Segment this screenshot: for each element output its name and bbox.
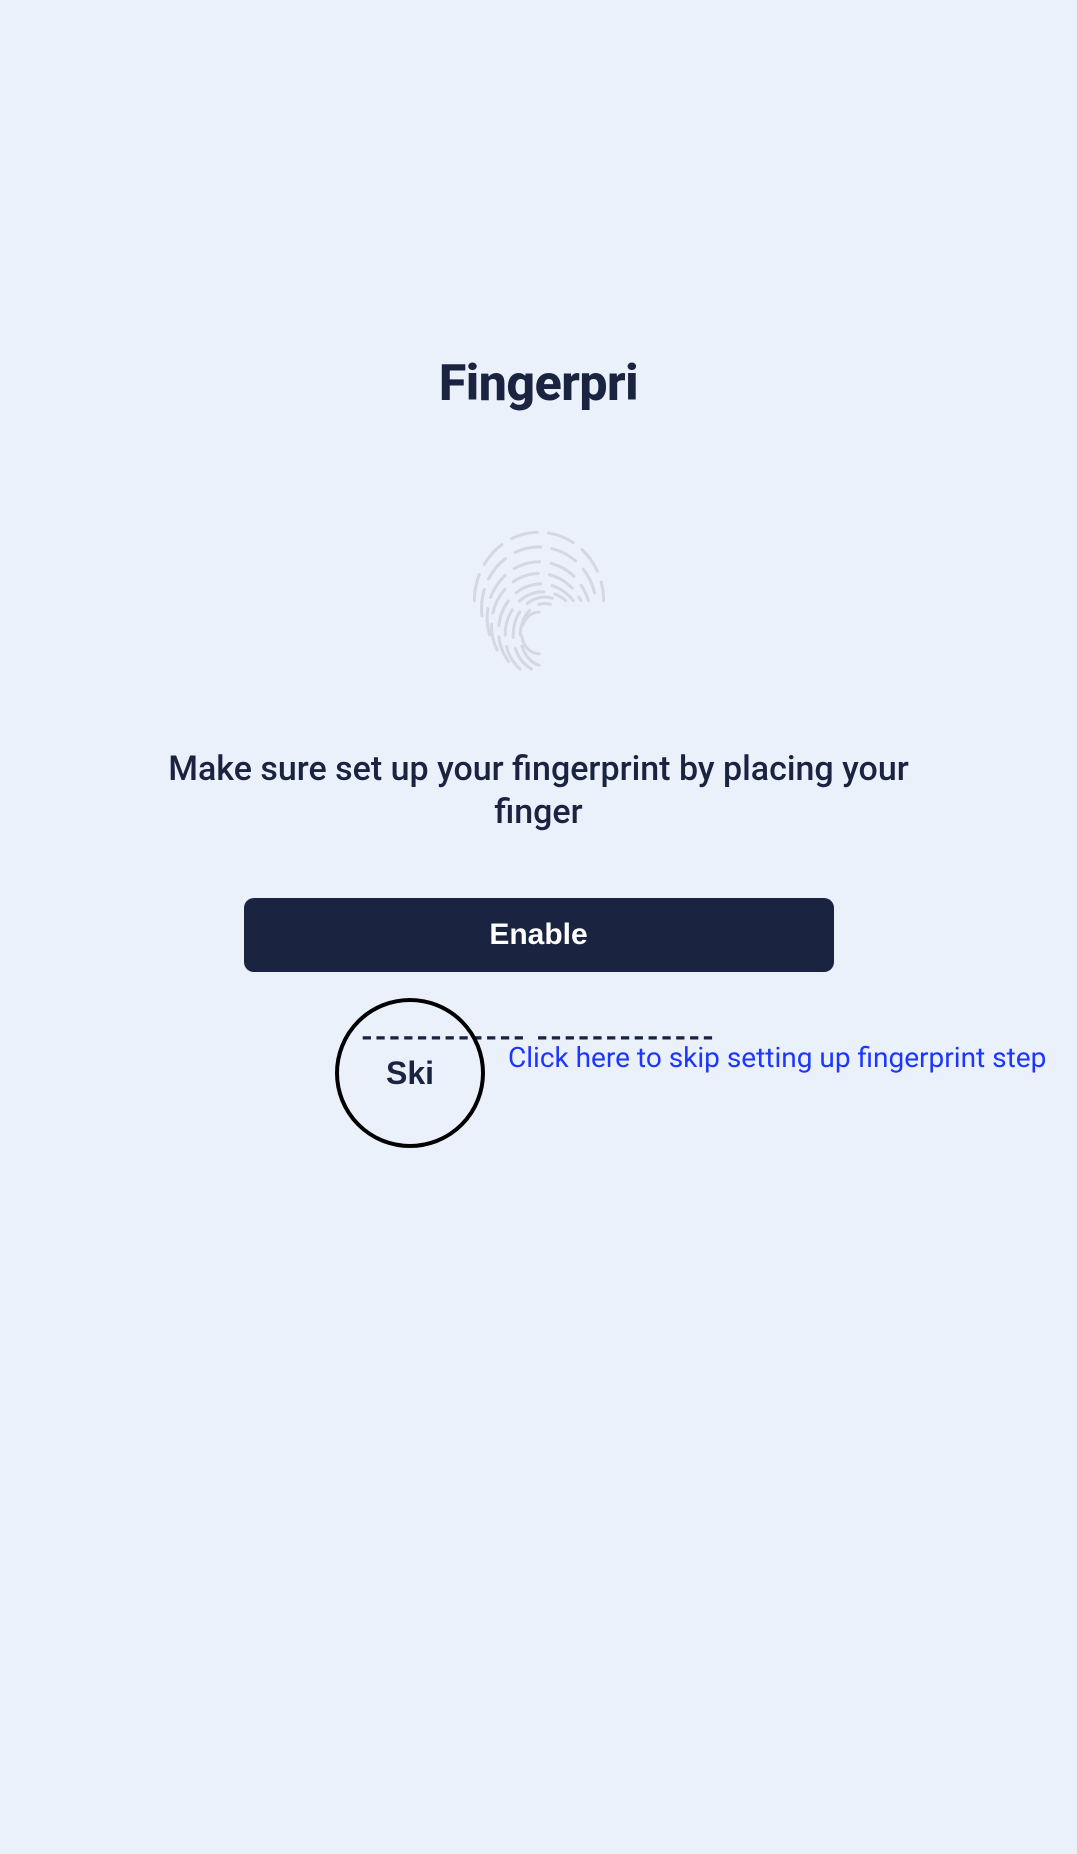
instruction-text: Make sure set up your fingerprint by pla… <box>149 748 929 833</box>
skip-hint-text: Click here to skip setting up fingerprin… <box>508 1040 1046 1075</box>
fingerprint-setup-page: Fingerpri Make sure set up your fingerpr… <box>0 0 1077 1854</box>
skip-button[interactable]: Ski <box>335 998 485 1148</box>
skip-section: Ski Click here to skip setting up finger… <box>0 998 1077 1158</box>
skip-button-label: Ski <box>386 1055 434 1092</box>
content-column: Fingerpri Make sure set up your fingerpr… <box>0 355 1077 1055</box>
fingerprint-icon <box>444 498 634 688</box>
page-title: Fingerpri <box>439 355 638 413</box>
enable-button[interactable]: Enable <box>244 898 834 972</box>
